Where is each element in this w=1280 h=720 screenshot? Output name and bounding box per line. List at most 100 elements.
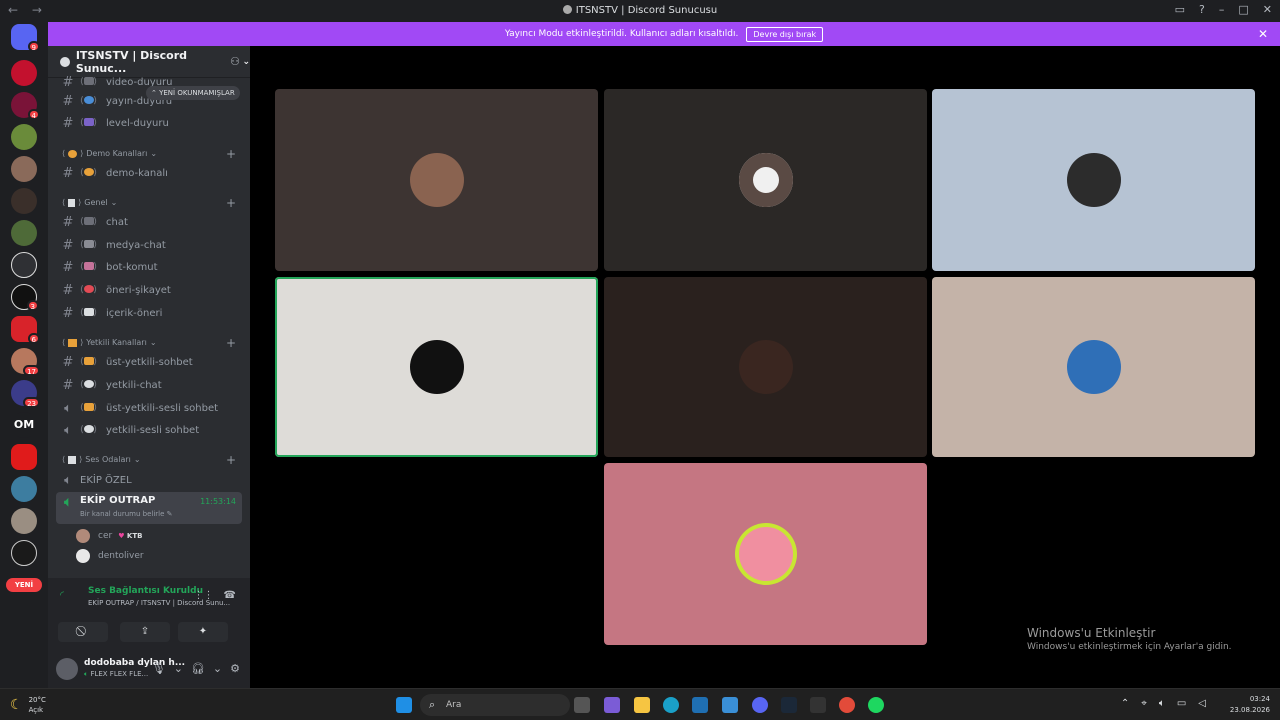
server-icon-2[interactable]: 4 [11, 92, 40, 120]
server-icon-15[interactable] [11, 540, 37, 566]
participant-tile[interactable] [604, 463, 927, 645]
channel-bot-komut[interactable]: # ⟨ ⟩ bot-komut [56, 257, 242, 277]
add-channel-icon[interactable]: + [226, 453, 236, 467]
category-genel[interactable]: ⟨ ⟩ Genel ⌄ + [62, 196, 242, 210]
noise-suppression-icon[interactable]: ⋮⋮ [194, 590, 214, 601]
channel-ust-yetkili-sesli-sohbet[interactable]: 🔈︎ ⟨ ⟩ üst-yetkili-sesli sohbet [56, 398, 242, 418]
speaker-icon[interactable]: ◁ [1198, 698, 1206, 709]
server-icon-4[interactable] [11, 156, 37, 182]
server-icon-10[interactable]: 17 [11, 348, 40, 376]
participant-tile-speaking[interactable] [275, 277, 598, 457]
category-demo[interactable]: ⟨ ⟩ Demo Kanalları ⌄ + [62, 147, 242, 161]
microphone-icon[interactable]: 🎙︎ [152, 662, 166, 675]
channel-yetkili-chat[interactable]: # ⟨ ⟩ yetkili-chat [56, 375, 242, 395]
channel-yetkili-sesli-sohbet[interactable]: 🔈︎ ⟨ ⟩ yetkili-sesli sohbet [56, 420, 242, 440]
home-discord-icon[interactable]: 9 [11, 24, 40, 52]
activities-button[interactable]: ✦ [178, 622, 228, 642]
unread-pill-label: YENİ OKUNMAMIŞLAR [159, 89, 235, 97]
channel-level-duyuru[interactable]: # ⟨ ⟩ level-duyuru [56, 113, 242, 133]
participant-tile[interactable] [275, 89, 598, 271]
new-servers-pill[interactable]: YENİ [6, 578, 42, 592]
server-icon-9[interactable]: 6 [11, 316, 40, 344]
minimize-button[interactable]: – [1219, 3, 1225, 16]
weather-widget[interactable]: ☾ 20°C Açık [10, 695, 46, 715]
participant-tile[interactable] [932, 89, 1255, 271]
server-icon-7[interactable] [11, 252, 37, 278]
participant-tile[interactable] [604, 89, 927, 271]
channel-oneri-sikayet[interactable]: # ⟨ ⟩ öneri-şikayet [56, 280, 242, 300]
channel-demo-kanali[interactable]: # ⟨ ⟩ demo-kanalı [56, 163, 242, 183]
invite-people-icon[interactable]: ⚇ [230, 55, 240, 68]
category-yetkili[interactable]: ⟨ ⟩ Yetkili Kanalları ⌄ + [62, 336, 242, 350]
widgets-icon[interactable] [604, 697, 620, 713]
chevron-down-icon[interactable]: ⌄ [213, 662, 222, 675]
add-channel-icon[interactable]: + [226, 336, 236, 350]
server-icon-13[interactable] [11, 476, 37, 502]
hash-icon: # [62, 214, 74, 230]
inbox-icon[interactable]: ▭ [1175, 3, 1185, 16]
disable-streamer-mode-button[interactable]: Devre dışı bırak [746, 26, 824, 42]
task-view-icon[interactable] [574, 697, 590, 713]
channel-ust-yetkili-sohbet[interactable]: # ⟨ ⟩ üst-yetkili-sohbet [56, 352, 242, 372]
server-icon [562, 5, 572, 14]
close-window-button[interactable]: ✕ [1263, 3, 1272, 16]
file-explorer-icon[interactable] [634, 697, 650, 713]
voice-channel-ekip-outrap[interactable]: 🔈︎ EKİP OUTRAP 11:53:14 Bir kanal durumu… [56, 492, 242, 524]
user-avatar[interactable] [56, 658, 78, 680]
server-icon-5[interactable] [11, 188, 37, 214]
voice-user-row[interactable]: cer ♥ KTB [76, 527, 142, 545]
server-icon-8[interactable]: 3 [11, 284, 39, 311]
server-icon-6[interactable] [11, 220, 37, 246]
hash-icon: # [62, 305, 74, 321]
category-label: Genel [84, 198, 108, 207]
headphones-icon[interactable]: 🎧︎ [191, 662, 205, 675]
chevron-down-icon[interactable]: ⌄ [174, 662, 183, 675]
channel-chat[interactable]: # ⟨ ⟩ chat [56, 212, 242, 232]
channel-icerik-oneri[interactable]: # ⟨ ⟩ içerik-öneri [56, 303, 242, 323]
steam-icon[interactable] [781, 697, 797, 713]
channel-medya-chat[interactable]: # ⟨ ⟩ medya-chat [56, 235, 242, 255]
edge-icon[interactable] [663, 697, 679, 713]
close-icon[interactable]: ✕ [1258, 27, 1268, 41]
chrome-icon[interactable] [839, 697, 855, 713]
maximize-button[interactable]: □ [1238, 3, 1248, 16]
voice-user-row[interactable]: dentoliver [76, 547, 144, 565]
disconnect-icon[interactable]: ☎ [224, 590, 236, 601]
network-icon[interactable]: ▭ [1177, 698, 1186, 709]
system-clock[interactable]: 03:24 23.08.2026 [1230, 694, 1270, 716]
add-channel-icon[interactable]: + [226, 196, 236, 210]
voice-channel-ekip-ozel[interactable]: 🔈︎ EKİP ÖZEL [56, 470, 242, 490]
location-icon[interactable]: ⌖ [1141, 698, 1147, 709]
new-unreads-pill[interactable]: ⌃ YENİ OKUNMAMIŞLAR [146, 86, 240, 100]
participant-tile[interactable] [604, 277, 927, 457]
signal-icon[interactable]: ◜ [60, 590, 64, 601]
category-ses[interactable]: ⟨ ⟩ Ses Odaları ⌄ + [62, 453, 242, 467]
server-icon-3[interactable] [11, 124, 37, 150]
channel-status[interactable]: Bir kanal durumu belirle ✎ [80, 510, 173, 518]
windows-start-icon[interactable] [396, 697, 412, 713]
screen-share-button[interactable]: ⇪ [120, 622, 170, 642]
server-icon-12[interactable] [11, 444, 37, 470]
spotify-icon[interactable] [868, 697, 884, 713]
app-icon[interactable] [810, 697, 826, 713]
server-icon-14[interactable] [11, 508, 37, 534]
server-icon-1[interactable] [11, 60, 37, 86]
gear-icon[interactable]: ⚙ [230, 662, 240, 675]
help-icon[interactable]: ? [1199, 3, 1205, 16]
discord-taskbar-icon[interactable] [752, 697, 768, 713]
channel-status-text: Bir kanal durumu belirle [80, 510, 165, 518]
camera-off-button[interactable]: ⃠ [58, 622, 108, 642]
chat-emoji-icon: ⟨ ⟩ [80, 217, 98, 227]
chevron-up-icon[interactable]: ⌃ [1121, 698, 1129, 709]
server-icon-11[interactable]: 23 [11, 380, 40, 408]
volume-icon[interactable]: 🔈︎ [1159, 698, 1165, 709]
channel-label: yetkili-chat [106, 379, 162, 391]
add-channel-icon[interactable]: + [226, 147, 236, 161]
network-app-icon[interactable] [722, 697, 738, 713]
participant-tile[interactable] [932, 277, 1255, 457]
weather-condition: Açık [28, 706, 44, 714]
server-icon-om[interactable]: OM [11, 412, 37, 438]
store-icon[interactable] [692, 697, 708, 713]
watermark-subtitle: Windows'u etkinleştirmek için Ayarlar'a … [1027, 642, 1232, 652]
taskbar-search[interactable]: ⌕ Ara [420, 694, 570, 716]
